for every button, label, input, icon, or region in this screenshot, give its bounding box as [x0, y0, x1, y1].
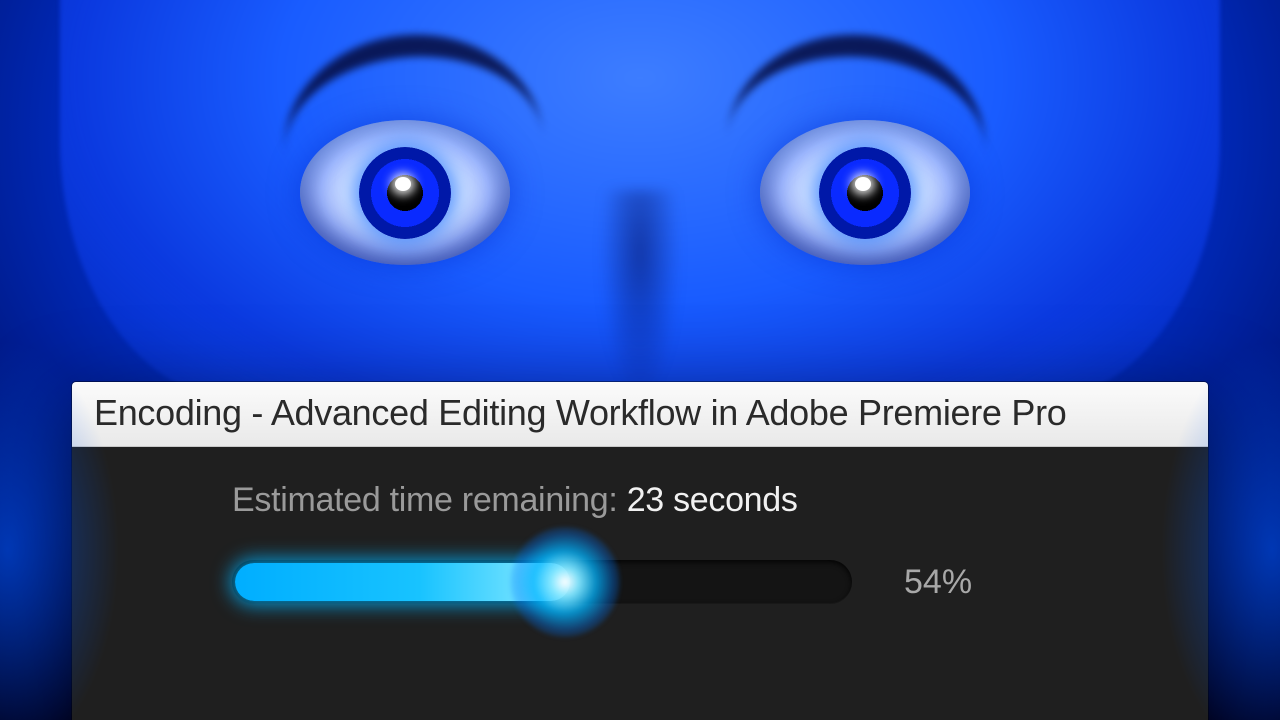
- thumbnail-stage: Encoding - Advanced Editing Workflow in …: [0, 0, 1280, 720]
- progress-fill: [235, 563, 570, 601]
- eta-row: Estimated time remaining: 23 seconds: [232, 481, 1168, 520]
- eta-value: 23 seconds: [627, 481, 798, 519]
- eye-left: [300, 120, 510, 265]
- dialog-title: Encoding - Advanced Editing Workflow in …: [72, 382, 1208, 447]
- eta-label: Estimated time remaining:: [232, 481, 627, 519]
- progress-percent-label: 54%: [904, 563, 972, 602]
- progress-bar: [232, 560, 852, 604]
- iris-left: [359, 147, 451, 239]
- progress-row: 54%: [232, 560, 1168, 604]
- nose-shadow: [600, 190, 680, 400]
- dialog-body: Estimated time remaining: 23 seconds 54%: [72, 447, 1208, 720]
- encoding-dialog: Encoding - Advanced Editing Workflow in …: [72, 382, 1208, 720]
- iris-right: [819, 147, 911, 239]
- eye-right: [760, 120, 970, 265]
